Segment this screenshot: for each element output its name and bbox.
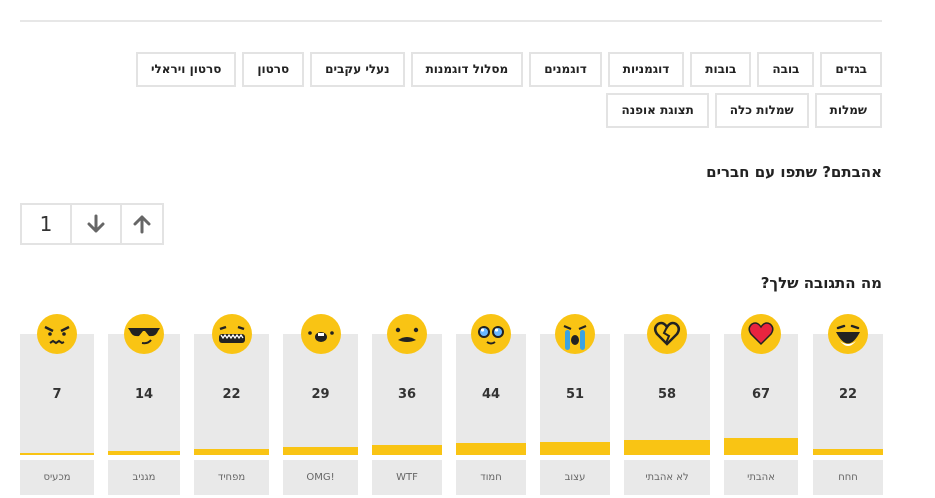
reaction-count: 58 [657, 387, 677, 402]
tag-link[interactable]: שמלות [814, 93, 882, 128]
reaction-count: 36 [397, 387, 417, 402]
omg-face-icon [300, 313, 342, 355]
vote-count-cell: 1 [22, 205, 72, 243]
tag-link[interactable]: שמלות כלה [714, 93, 809, 128]
reaction-label: עצוב [540, 460, 610, 495]
reaction-bar-fill [813, 448, 883, 455]
reaction-bar-fill [194, 448, 269, 455]
reaction-label: מפחיד [194, 460, 269, 495]
reaction-count: 44 [481, 387, 501, 402]
reaction-label: מגניב [108, 460, 180, 495]
reaction-bar-fill [724, 438, 798, 455]
vote-box: 1 [20, 203, 164, 245]
reaction-bar-fill [372, 445, 442, 455]
tag-link[interactable]: נעלי עקבים [310, 52, 405, 87]
tag-link[interactable]: בובות [690, 52, 752, 87]
tag-link[interactable]: בגדים [820, 52, 882, 87]
reaction-button[interactable]: 7 מכעיס [20, 313, 94, 495]
reaction-count: 22 [838, 387, 858, 402]
tag-link[interactable]: דוגמניות [607, 52, 685, 87]
scared-face-icon [211, 313, 253, 355]
broken-heart-icon [646, 313, 688, 355]
tag-link[interactable]: מסלול דוגמנות [410, 52, 524, 87]
share-heading: אהבתם? שתפו עם חברים [706, 163, 882, 181]
arrow-up-icon [133, 215, 151, 234]
reaction-count: 29 [311, 387, 330, 402]
reactions-heading: מה התגובה שלך? [760, 274, 882, 292]
tag-link[interactable]: סרטון ויראלי [136, 52, 237, 87]
reaction-button[interactable]: 51 עצוב [540, 313, 610, 495]
reaction-label: מכעיס [20, 460, 94, 495]
reaction-button[interactable]: 14 מגניב [108, 313, 180, 495]
reaction-label: אהבתי [724, 460, 798, 495]
reaction-bar-fill [624, 440, 710, 455]
reaction-count: 67 [751, 387, 771, 402]
vote-count: 1 [39, 212, 53, 236]
reaction-label: חחח [813, 460, 883, 495]
reaction-bar-fill [283, 446, 358, 455]
crying-face-icon [554, 313, 596, 355]
reaction-button[interactable]: 67 אהבתי [724, 313, 798, 495]
reactions-panel: 22 חחח 67 אהבתי 58 לא אהבתי 51 עצוב 44 חמוד 36 WTF 2… [20, 313, 883, 495]
wtf-face-icon [386, 313, 428, 355]
arrow-down-icon [87, 214, 105, 233]
reaction-count: 51 [565, 387, 585, 402]
tag-link[interactable]: תצוגת אופנה [606, 93, 709, 128]
reaction-count: 7 [52, 387, 62, 402]
tag-link[interactable]: דוגמנים [529, 52, 602, 87]
cute-face-icon [470, 313, 512, 355]
top-divider [20, 20, 882, 22]
heart-icon [740, 313, 782, 355]
vote-up-button[interactable] [122, 205, 162, 243]
angry-face-icon [36, 313, 78, 355]
reaction-count: 22 [222, 387, 241, 402]
vote-down-button[interactable] [72, 205, 122, 243]
laughing-face-icon [827, 313, 869, 355]
reaction-button[interactable]: 44 חמוד [456, 313, 526, 495]
reaction-bar-fill [540, 441, 610, 455]
reaction-label: חמוד [456, 460, 526, 495]
tag-link[interactable]: בובה [757, 52, 815, 87]
reaction-button[interactable]: 29 OMG! [283, 313, 358, 495]
reaction-label: OMG! [283, 460, 358, 495]
reaction-bar-fill [456, 442, 526, 455]
reaction-label: לא אהבתי [624, 460, 710, 495]
reaction-button[interactable]: 36 WTF [372, 313, 442, 495]
reaction-label: WTF [372, 460, 442, 495]
tag-link[interactable]: סרטון [242, 52, 305, 87]
reaction-button[interactable]: 22 חחח [813, 313, 883, 495]
cool-face-icon [123, 313, 165, 355]
tag-list: בגדים בובה בובות דוגמניות דוגמנים מסלול … [82, 52, 882, 128]
reaction-button[interactable]: 58 לא אהבתי [624, 313, 710, 495]
reaction-bar-fill [108, 451, 180, 455]
reaction-count: 14 [134, 387, 154, 402]
reaction-bar-fill [20, 452, 94, 455]
reaction-button[interactable]: 22 מפחיד [194, 313, 269, 495]
